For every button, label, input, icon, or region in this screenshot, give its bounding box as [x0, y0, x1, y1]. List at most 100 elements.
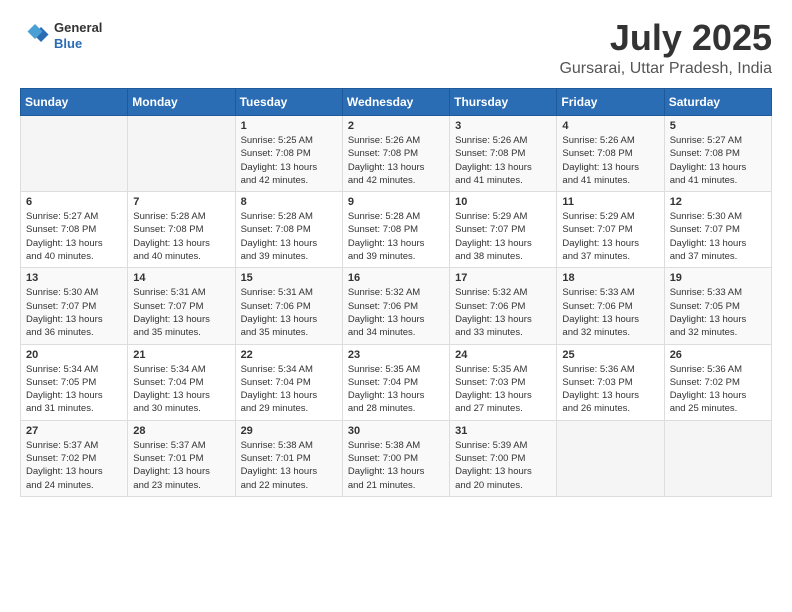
day-number: 3 — [455, 120, 551, 132]
day-number: 26 — [670, 349, 766, 361]
day-info: Sunrise: 5:30 AM Sunset: 7:07 PM Dayligh… — [670, 210, 766, 263]
day-number: 31 — [455, 425, 551, 437]
calendar-cell: 2 Sunrise: 5:26 AM Sunset: 7:08 PM Daylig… — [342, 116, 449, 192]
calendar-cell: 30 Sunrise: 5:38 AM Sunset: 7:00 PM Dayli… — [342, 420, 449, 496]
logo-text: General Blue — [54, 20, 102, 51]
day-info: Sunrise: 5:34 AM Sunset: 7:04 PM Dayligh… — [133, 363, 229, 416]
calendar-week-row: 20 Sunrise: 5:34 AM Sunset: 7:05 PM Dayli… — [21, 344, 772, 420]
day-info: Sunrise: 5:29 AM Sunset: 7:07 PM Dayligh… — [562, 210, 658, 263]
day-info: Sunrise: 5:25 AM Sunset: 7:08 PM Dayligh… — [241, 134, 337, 187]
day-number: 15 — [241, 272, 337, 284]
day-number: 21 — [133, 349, 229, 361]
day-number: 19 — [670, 272, 766, 284]
day-number: 5 — [670, 120, 766, 132]
day-number: 1 — [241, 120, 337, 132]
calendar-week-row: 1 Sunrise: 5:25 AM Sunset: 7:08 PM Daylig… — [21, 116, 772, 192]
calendar-cell — [664, 420, 771, 496]
day-number: 27 — [26, 425, 122, 437]
weekday-header: Monday — [128, 89, 235, 116]
day-info: Sunrise: 5:27 AM Sunset: 7:08 PM Dayligh… — [670, 134, 766, 187]
day-info: Sunrise: 5:37 AM Sunset: 7:01 PM Dayligh… — [133, 439, 229, 492]
day-number: 30 — [348, 425, 444, 437]
calendar-cell: 10 Sunrise: 5:29 AM Sunset: 7:07 PM Dayli… — [450, 192, 557, 268]
calendar-cell: 7 Sunrise: 5:28 AM Sunset: 7:08 PM Daylig… — [128, 192, 235, 268]
day-number: 28 — [133, 425, 229, 437]
calendar-cell: 27 Sunrise: 5:37 AM Sunset: 7:02 PM Dayli… — [21, 420, 128, 496]
calendar-cell: 31 Sunrise: 5:39 AM Sunset: 7:00 PM Dayli… — [450, 420, 557, 496]
calendar-cell: 5 Sunrise: 5:27 AM Sunset: 7:08 PM Daylig… — [664, 116, 771, 192]
calendar-cell: 15 Sunrise: 5:31 AM Sunset: 7:06 PM Dayli… — [235, 268, 342, 344]
weekday-header: Wednesday — [342, 89, 449, 116]
day-info: Sunrise: 5:33 AM Sunset: 7:06 PM Dayligh… — [562, 286, 658, 339]
day-info: Sunrise: 5:26 AM Sunset: 7:08 PM Dayligh… — [455, 134, 551, 187]
calendar-cell: 23Sunrise: 5:35 AM Sunset: 7:04 PM Dayli… — [342, 344, 449, 420]
calendar-cell: 9Sunrise: 5:28 AM Sunset: 7:08 PM Daylig… — [342, 192, 449, 268]
calendar-cell: 26 Sunrise: 5:36 AM Sunset: 7:02 PM Dayli… — [664, 344, 771, 420]
day-info: Sunrise: 5:34 AM Sunset: 7:04 PM Dayligh… — [241, 363, 337, 416]
calendar-cell: 16 Sunrise: 5:32 AM Sunset: 7:06 PM Dayli… — [342, 268, 449, 344]
calendar-cell: 14 Sunrise: 5:31 AM Sunset: 7:07 PM Dayli… — [128, 268, 235, 344]
calendar-week-row: 27 Sunrise: 5:37 AM Sunset: 7:02 PM Dayli… — [21, 420, 772, 496]
calendar-cell — [557, 420, 664, 496]
day-info: Sunrise: 5:34 AM Sunset: 7:05 PM Dayligh… — [26, 363, 122, 416]
weekday-header: Saturday — [664, 89, 771, 116]
day-info: Sunrise: 5:32 AM Sunset: 7:06 PM Dayligh… — [455, 286, 551, 339]
page-header: General Blue July 2025 Gursarai, Uttar P… — [20, 20, 772, 78]
day-number: 4 — [562, 120, 658, 132]
logo: General Blue — [20, 20, 102, 51]
logo-line2: Blue — [54, 36, 102, 52]
calendar-week-row: 13 Sunrise: 5:30 AM Sunset: 7:07 PM Dayli… — [21, 268, 772, 344]
day-number: 16 — [348, 272, 444, 284]
calendar-cell: 12 Sunrise: 5:30 AM Sunset: 7:07 PM Dayli… — [664, 192, 771, 268]
logo-line1: General — [54, 20, 102, 36]
day-info: Sunrise: 5:31 AM Sunset: 7:07 PM Dayligh… — [133, 286, 229, 339]
day-info: Sunrise: 5:29 AM Sunset: 7:07 PM Dayligh… — [455, 210, 551, 263]
day-number: 10 — [455, 196, 551, 208]
day-info: Sunrise: 5:26 AM Sunset: 7:08 PM Dayligh… — [562, 134, 658, 187]
day-number: 8 — [241, 196, 337, 208]
calendar-week-row: 6 Sunrise: 5:27 AM Sunset: 7:08 PM Daylig… — [21, 192, 772, 268]
day-number: 12 — [670, 196, 766, 208]
logo-icon — [20, 21, 50, 51]
day-info: Sunrise: 5:39 AM Sunset: 7:00 PM Dayligh… — [455, 439, 551, 492]
weekday-header: Thursday — [450, 89, 557, 116]
day-number: 25 — [562, 349, 658, 361]
calendar-cell — [128, 116, 235, 192]
calendar-cell — [21, 116, 128, 192]
day-number: 17 — [455, 272, 551, 284]
calendar-cell: 21 Sunrise: 5:34 AM Sunset: 7:04 PM Dayli… — [128, 344, 235, 420]
day-number: 11 — [562, 196, 658, 208]
day-info: Sunrise: 5:37 AM Sunset: 7:02 PM Dayligh… — [26, 439, 122, 492]
calendar-cell: 1 Sunrise: 5:25 AM Sunset: 7:08 PM Daylig… — [235, 116, 342, 192]
day-number: 2 — [348, 120, 444, 132]
day-number: 13 — [26, 272, 122, 284]
day-info: Sunrise: 5:32 AM Sunset: 7:06 PM Dayligh… — [348, 286, 444, 339]
day-number: 29 — [241, 425, 337, 437]
day-info: Sunrise: 5:36 AM Sunset: 7:03 PM Dayligh… — [562, 363, 658, 416]
calendar-cell: 19 Sunrise: 5:33 AM Sunset: 7:05 PM Dayli… — [664, 268, 771, 344]
month-title: July 2025 — [559, 20, 772, 56]
day-info: Sunrise: 5:38 AM Sunset: 7:00 PM Dayligh… — [348, 439, 444, 492]
calendar-cell: 20 Sunrise: 5:34 AM Sunset: 7:05 PM Dayli… — [21, 344, 128, 420]
day-number: 6 — [26, 196, 122, 208]
calendar-cell: 18 Sunrise: 5:33 AM Sunset: 7:06 PM Dayli… — [557, 268, 664, 344]
day-info: Sunrise: 5:28 AM Sunset: 7:08 PM Dayligh… — [241, 210, 337, 263]
day-info: Sunrise: 5:36 AM Sunset: 7:02 PM Dayligh… — [670, 363, 766, 416]
day-number: 18 — [562, 272, 658, 284]
day-number: 9 — [348, 196, 444, 208]
day-number: 22 — [241, 349, 337, 361]
day-number: 20 — [26, 349, 122, 361]
day-number: 24 — [455, 349, 551, 361]
day-info: Sunrise: 5:33 AM Sunset: 7:05 PM Dayligh… — [670, 286, 766, 339]
calendar-cell: 29Sunrise: 5:38 AM Sunset: 7:01 PM Dayli… — [235, 420, 342, 496]
day-info: Sunrise: 5:31 AM Sunset: 7:06 PM Dayligh… — [241, 286, 337, 339]
day-number: 7 — [133, 196, 229, 208]
day-info: Sunrise: 5:26 AM Sunset: 7:08 PM Dayligh… — [348, 134, 444, 187]
calendar-cell: 25 Sunrise: 5:36 AM Sunset: 7:03 PM Dayli… — [557, 344, 664, 420]
day-info: Sunrise: 5:28 AM Sunset: 7:08 PM Dayligh… — [133, 210, 229, 263]
day-info: Sunrise: 5:35 AM Sunset: 7:04 PM Dayligh… — [348, 363, 444, 416]
weekday-header: Friday — [557, 89, 664, 116]
day-info: Sunrise: 5:27 AM Sunset: 7:08 PM Dayligh… — [26, 210, 122, 263]
day-info: Sunrise: 5:30 AM Sunset: 7:07 PM Dayligh… — [26, 286, 122, 339]
day-number: 14 — [133, 272, 229, 284]
